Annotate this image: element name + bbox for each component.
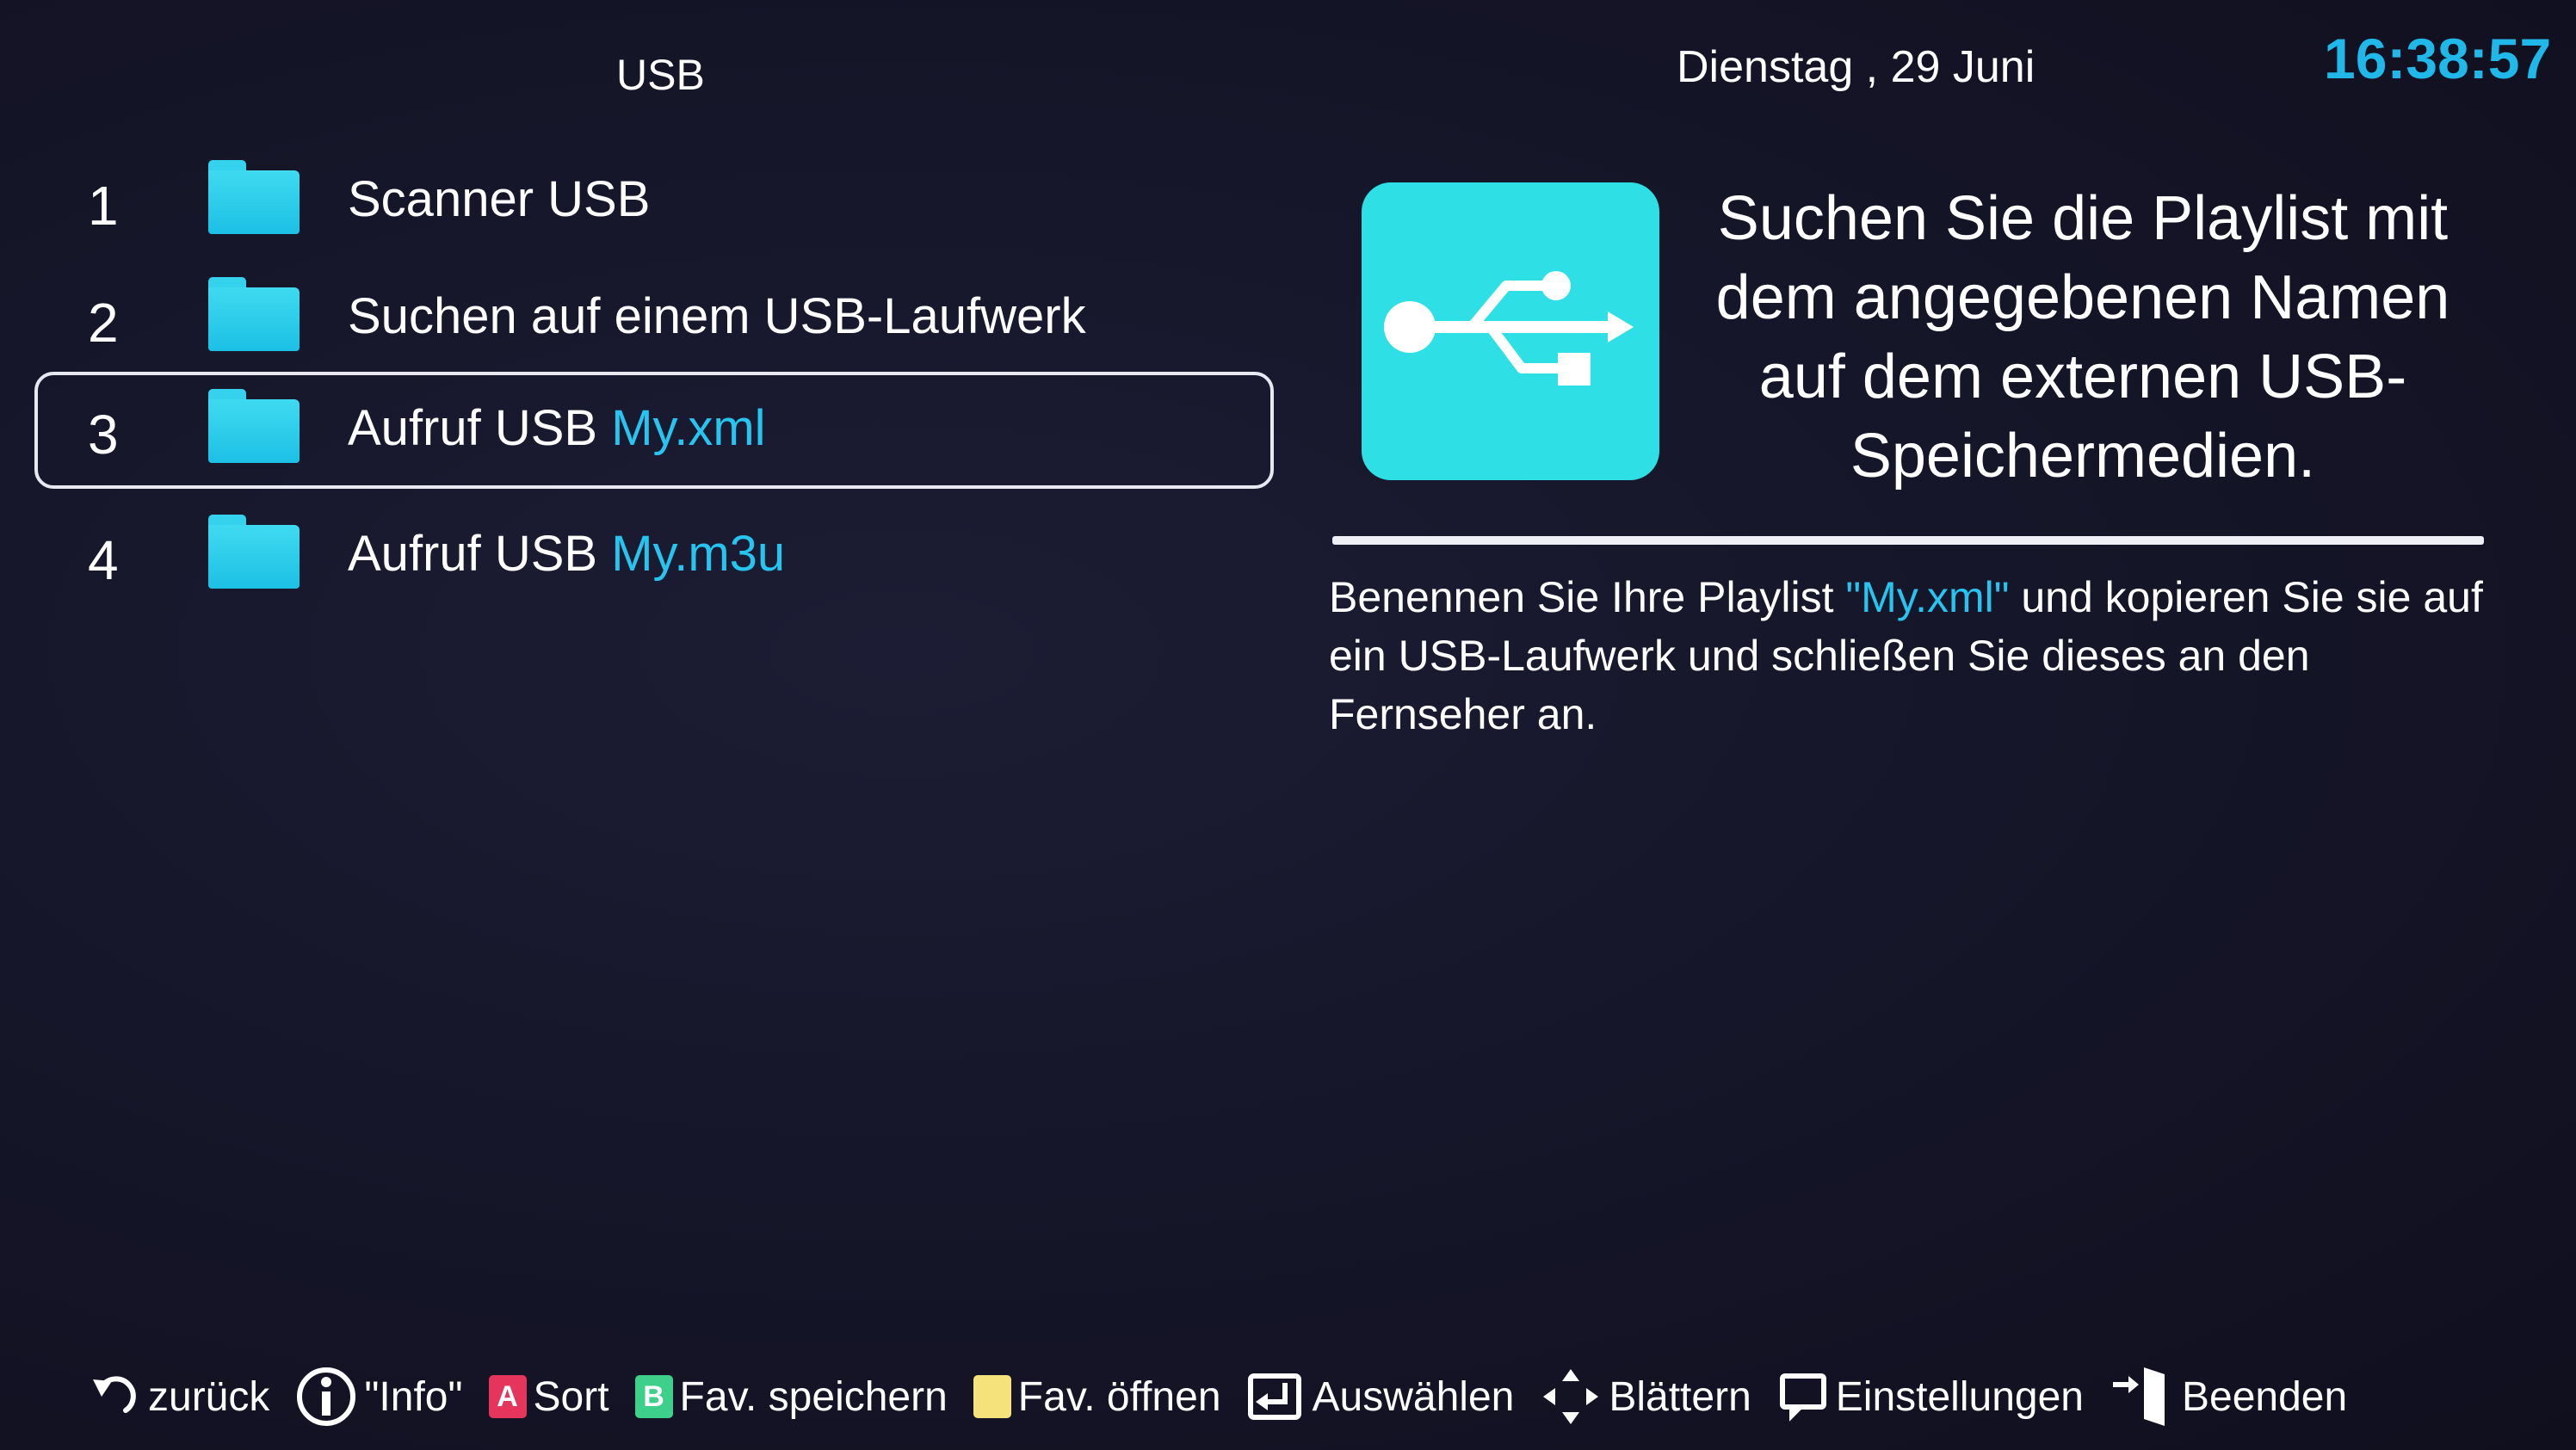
footer-back[interactable]: zurück [86, 1373, 269, 1421]
menu-item-label: Suchen auf einem USB-Laufwerk [348, 288, 1086, 344]
menu-item-label: Aufruf USB My.m3u [348, 526, 786, 582]
info-description: Benennen Sie Ihre Playlist "My.xml" und … [1329, 573, 2483, 738]
menu-item-number: 2 [88, 292, 119, 354]
divider [1332, 536, 2484, 545]
menu-item-open-my-m3u[interactable]: 4 Aufruf USB My.m3u [34, 497, 1274, 614]
folder-icon [208, 515, 300, 589]
menu-item-scanner-usb[interactable]: 1 Scanner USB [34, 143, 1274, 260]
info-title: Suchen Sie die Playlist mit dem angegebe… [1715, 184, 2450, 491]
settings-icon [1777, 1371, 1829, 1422]
exit-icon [2110, 1364, 2175, 1429]
yellow-key-icon [973, 1375, 1011, 1418]
clock: 16:38:57 [2324, 27, 2552, 90]
arrows-icon [1540, 1366, 1602, 1428]
footer-sort[interactable]: A Sort [488, 1373, 609, 1421]
footer-scroll[interactable]: Blättern [1540, 1366, 1751, 1428]
enter-icon [1247, 1371, 1306, 1422]
folder-icon [208, 160, 300, 234]
green-key-icon: B [634, 1375, 673, 1418]
footer-exit[interactable]: Beenden [2110, 1364, 2347, 1429]
usb-icon [1362, 182, 1659, 480]
menu-item-label: Scanner USB [348, 171, 651, 227]
date-display: Dienstag , 29 Juni [1677, 42, 2035, 92]
footer-key-legend: zurück "Info" A Sort B Fav. speichern Fa… [86, 1358, 2373, 1435]
footer-select[interactable]: Auswählen [1247, 1371, 1514, 1422]
footer-save-favorite[interactable]: B Fav. speichern [634, 1373, 948, 1421]
page-title: USB [616, 51, 705, 99]
return-arrow-icon [86, 1373, 141, 1421]
menu-item-open-my-xml[interactable]: 3 Aufruf USB My.xml [34, 372, 1274, 489]
menu-item-number: 4 [88, 529, 119, 591]
footer-info[interactable]: "Info" [295, 1366, 463, 1428]
folder-icon [208, 389, 300, 463]
menu-item-number: 1 [88, 175, 119, 237]
footer-open-favorite[interactable]: Fav. öffnen [973, 1373, 1221, 1421]
info-icon [295, 1366, 357, 1428]
menu-item-search-usb-drive[interactable]: 2 Suchen auf einem USB-Laufwerk [34, 260, 1274, 377]
red-key-icon: A [488, 1375, 527, 1418]
menu-item-label: Aufruf USB My.xml [348, 400, 766, 456]
menu-item-number: 3 [88, 404, 119, 466]
folder-icon [208, 277, 300, 351]
footer-settings[interactable]: Einstellungen [1777, 1371, 2084, 1422]
